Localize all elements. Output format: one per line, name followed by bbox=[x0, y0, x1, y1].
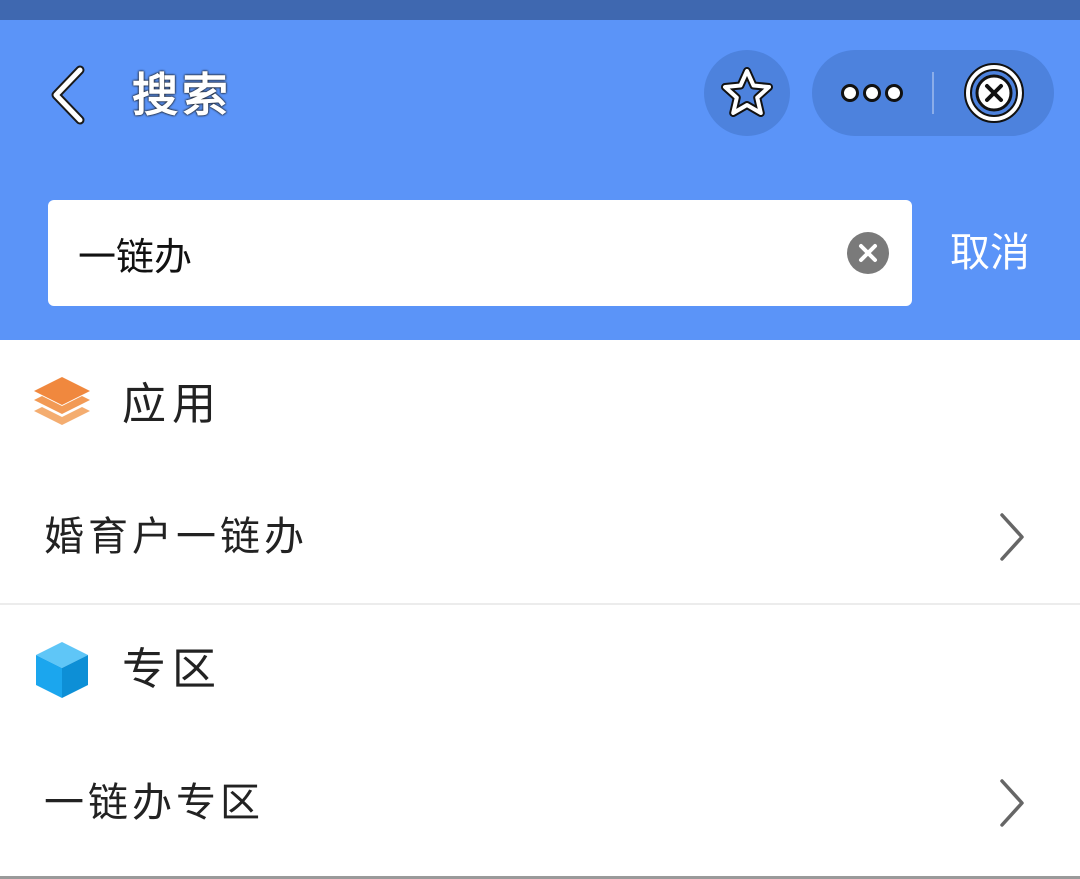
list-item-zones-0[interactable]: 一链办专区 bbox=[0, 738, 1080, 868]
layers-icon bbox=[34, 377, 90, 425]
more-dots-icon bbox=[841, 84, 903, 102]
section-title-apps: 应用 bbox=[122, 379, 222, 430]
close-circle-icon bbox=[964, 63, 1024, 123]
capsule-menu bbox=[812, 50, 1054, 136]
cube-icon bbox=[36, 642, 88, 698]
status-bar bbox=[0, 0, 1080, 20]
close-button[interactable] bbox=[934, 50, 1054, 136]
chevron-right-icon bbox=[1000, 779, 1024, 827]
favorite-button[interactable] bbox=[704, 50, 790, 136]
chevron-right-icon bbox=[1000, 513, 1024, 561]
clear-circle-icon[interactable] bbox=[846, 231, 890, 275]
list-item-label: 一链办专区 bbox=[44, 780, 264, 826]
list-item-apps-0[interactable]: 婚育户一链办 bbox=[0, 472, 1080, 602]
back-chevron-icon bbox=[51, 65, 85, 125]
more-button[interactable] bbox=[812, 50, 932, 136]
back-button[interactable] bbox=[38, 62, 98, 128]
page-title: 搜索 bbox=[132, 68, 232, 122]
search-input[interactable] bbox=[78, 200, 838, 306]
section-header-zones: 专区 bbox=[0, 605, 1080, 735]
section-title-zones: 专区 bbox=[122, 644, 222, 695]
cancel-button[interactable]: 取消 bbox=[930, 200, 1050, 306]
list-item-label: 婚育户一链办 bbox=[44, 514, 308, 560]
search-box bbox=[48, 200, 912, 306]
header-bar: 搜索 一链办 取消 bbox=[0, 20, 1080, 340]
star-icon bbox=[721, 67, 773, 117]
section-header-apps: 应用 bbox=[0, 340, 1080, 470]
